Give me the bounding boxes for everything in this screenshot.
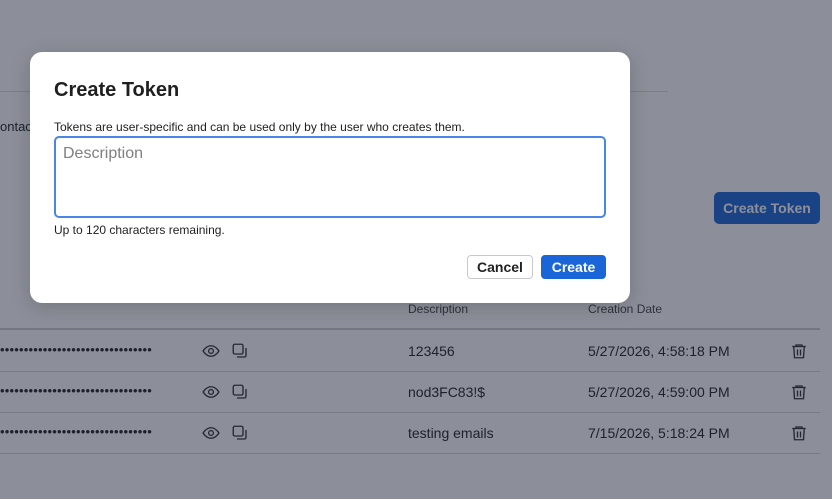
create-token-dialog: Create Token Tokens are user-specific an… xyxy=(30,52,630,303)
create-button[interactable]: Create xyxy=(541,255,606,279)
character-count-text: Up to 120 characters remaining. xyxy=(54,223,225,237)
description-input[interactable] xyxy=(54,136,606,218)
dialog-title: Create Token xyxy=(54,79,180,101)
screen: ontac Create Token Description Creation … xyxy=(0,0,832,499)
cancel-button[interactable]: Cancel xyxy=(467,255,533,279)
dialog-help-text: Tokens are user-specific and can be used… xyxy=(54,120,465,134)
